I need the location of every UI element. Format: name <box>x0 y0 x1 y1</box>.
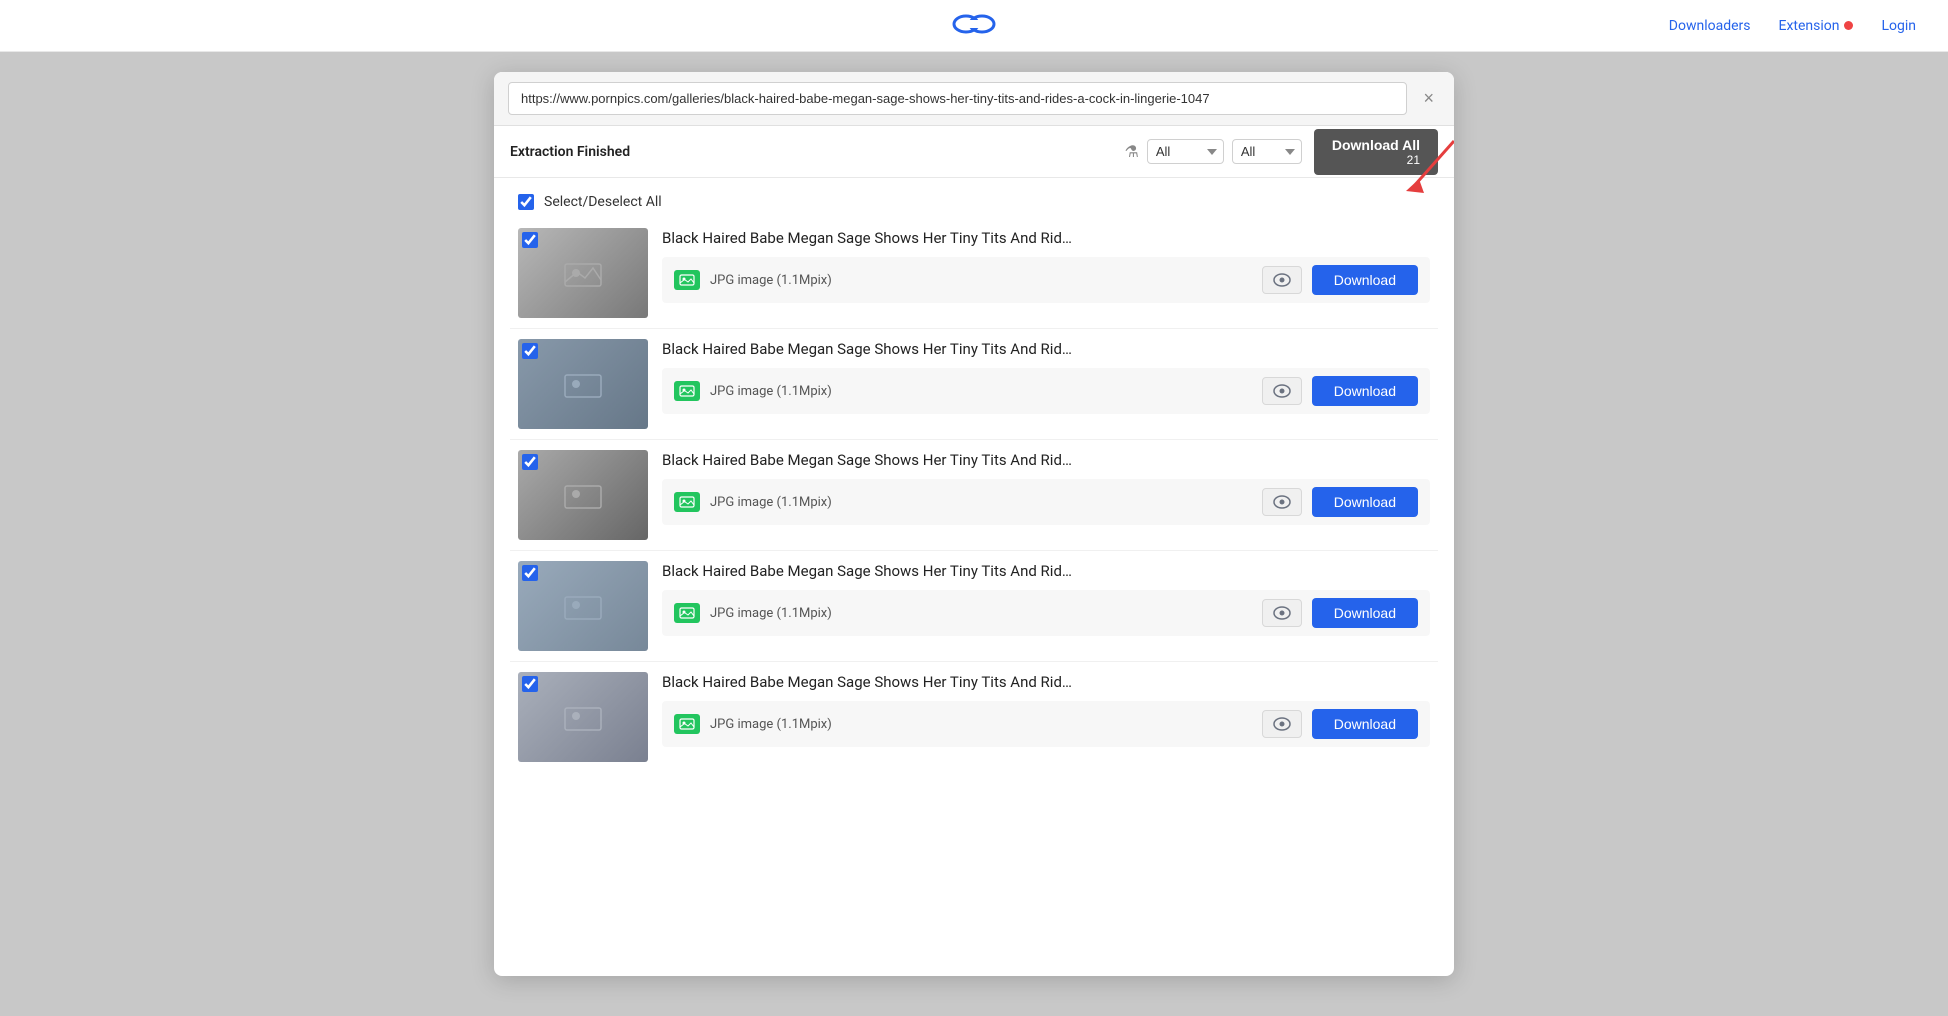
item-type-label: JPG image (1.1Mpix) <box>710 606 1252 621</box>
image-type-icon <box>674 603 700 623</box>
item-type-label: JPG image (1.1Mpix) <box>710 717 1252 732</box>
item-thumbnail-wrap <box>518 228 648 318</box>
preview-button[interactable] <box>1262 377 1302 405</box>
filter-size-select[interactable]: All Large Small <box>1232 139 1302 164</box>
item-checkbox[interactable] <box>522 232 538 248</box>
login-link[interactable]: Login <box>1881 18 1916 34</box>
item-checkbox[interactable] <box>522 676 538 692</box>
image-type-icon <box>674 714 700 734</box>
url-close-button[interactable]: × <box>1417 86 1440 111</box>
url-bar: × <box>494 72 1454 126</box>
list-item: Black Haired Babe Megan Sage Shows Her T… <box>510 551 1438 662</box>
download-button[interactable]: Download <box>1312 265 1418 295</box>
select-all-label[interactable]: Select/Deselect All <box>544 194 662 210</box>
select-all-checkbox[interactable] <box>518 194 534 210</box>
item-content: Black Haired Babe Megan Sage Shows Her T… <box>662 561 1430 636</box>
preview-button[interactable] <box>1262 599 1302 627</box>
list-item: Black Haired Babe Megan Sage Shows Her T… <box>510 662 1438 772</box>
app-logo <box>952 10 996 42</box>
nav-right-links: Downloaders Extension Login <box>1669 18 1916 34</box>
image-type-icon <box>674 381 700 401</box>
item-checkbox[interactable] <box>522 565 538 581</box>
list-item: Black Haired Babe Megan Sage Shows Her T… <box>510 329 1438 440</box>
popup-panel: × Extraction Finished ⚗ All Images Video… <box>494 72 1454 976</box>
image-type-icon <box>674 270 700 290</box>
item-title: Black Haired Babe Megan Sage Shows Her T… <box>662 228 1430 249</box>
extension-link[interactable]: Extension <box>1778 18 1853 34</box>
download-button[interactable]: Download <box>1312 376 1418 406</box>
list-item: Black Haired Babe Megan Sage Shows Her T… <box>510 218 1438 329</box>
item-meta-row: JPG image (1.1Mpix) Download <box>662 257 1430 303</box>
download-button[interactable]: Download <box>1312 487 1418 517</box>
item-content: Black Haired Babe Megan Sage Shows Her T… <box>662 228 1430 303</box>
download-button[interactable]: Download <box>1312 709 1418 739</box>
item-thumbnail-wrap <box>518 672 648 762</box>
item-thumbnail-wrap <box>518 339 648 429</box>
item-meta-row: JPG image (1.1Mpix) Download <box>662 479 1430 525</box>
item-title: Black Haired Babe Megan Sage Shows Her T… <box>662 561 1430 582</box>
preview-button[interactable] <box>1262 710 1302 738</box>
item-content: Black Haired Babe Megan Sage Shows Her T… <box>662 339 1430 414</box>
item-title: Black Haired Babe Megan Sage Shows Her T… <box>662 339 1430 360</box>
filter-icon: ⚗ <box>1125 142 1139 161</box>
item-type-label: JPG image (1.1Mpix) <box>710 384 1252 399</box>
list-item: Black Haired Babe Megan Sage Shows Her T… <box>510 440 1438 551</box>
extraction-status: Extraction Finished <box>510 144 1113 160</box>
item-content: Black Haired Babe Megan Sage Shows Her T… <box>662 672 1430 747</box>
filter-group: ⚗ All Images Videos All Large Small <box>1125 139 1302 164</box>
item-meta-row: JPG image (1.1Mpix) Download <box>662 701 1430 747</box>
extension-status-dot <box>1844 21 1853 30</box>
item-type-label: JPG image (1.1Mpix) <box>710 495 1252 510</box>
download-all-button[interactable]: Download All 21 <box>1314 129 1438 175</box>
top-navigation: Downloaders Extension Login <box>0 0 1948 52</box>
filter-type-select[interactable]: All Images Videos <box>1147 139 1224 164</box>
main-background: × Extraction Finished ⚗ All Images Video… <box>0 52 1948 1016</box>
item-type-label: JPG image (1.1Mpix) <box>710 273 1252 288</box>
item-checkbox[interactable] <box>522 343 538 359</box>
items-list: Black Haired Babe Megan Sage Shows Her T… <box>494 218 1454 788</box>
item-title: Black Haired Babe Megan Sage Shows Her T… <box>662 450 1430 471</box>
url-input[interactable] <box>508 82 1407 115</box>
download-button[interactable]: Download <box>1312 598 1418 628</box>
item-thumbnail-wrap <box>518 561 648 651</box>
item-title: Black Haired Babe Megan Sage Shows Her T… <box>662 672 1430 693</box>
item-meta-row: JPG image (1.1Mpix) Download <box>662 368 1430 414</box>
preview-button[interactable] <box>1262 488 1302 516</box>
item-thumbnail-wrap <box>518 450 648 540</box>
item-checkbox[interactable] <box>522 454 538 470</box>
item-content: Black Haired Babe Megan Sage Shows Her T… <box>662 450 1430 525</box>
image-type-icon <box>674 492 700 512</box>
preview-button[interactable] <box>1262 266 1302 294</box>
toolbar: Extraction Finished ⚗ All Images Videos … <box>494 126 1454 178</box>
item-meta-row: JPG image (1.1Mpix) Download <box>662 590 1430 636</box>
select-all-row: Select/Deselect All <box>494 178 1454 218</box>
downloaders-link[interactable]: Downloaders <box>1669 18 1751 34</box>
